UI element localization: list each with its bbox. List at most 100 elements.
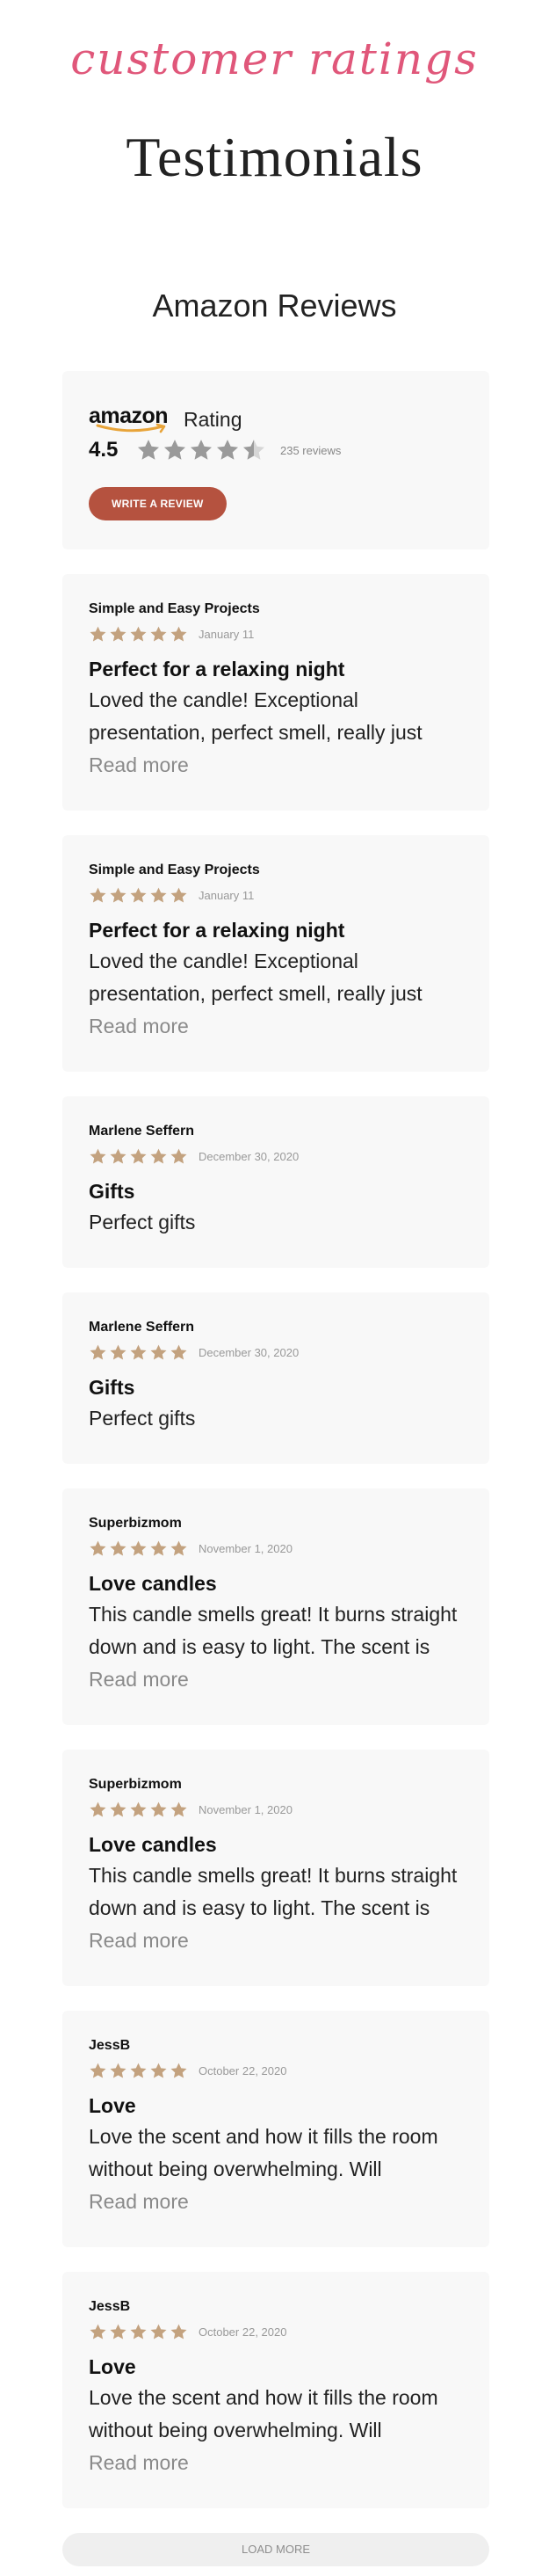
star-icon (130, 1344, 147, 1360)
star-icon (150, 2063, 167, 2078)
star-icon (130, 2324, 147, 2340)
amazon-logo: amazon (89, 404, 171, 434)
star-icon (110, 626, 126, 642)
reviewer-name: JessB (89, 2038, 131, 2053)
reviewer-name: Marlene Seffern (89, 1124, 195, 1139)
script-heading: customer ratings (70, 33, 479, 84)
rating-label: Rating (184, 408, 242, 431)
reviewer-name: Marlene Seffern (89, 1320, 195, 1335)
review-title: Gifts (89, 1180, 135, 1203)
review-meta-row: November 1, 2020 (89, 1538, 463, 1559)
load-more-button[interactable]: LOAD MORE (62, 2533, 489, 2566)
review-star-rating (89, 625, 188, 644)
review-star-rating (89, 1147, 188, 1166)
review-meta-row: December 30, 2020 (89, 1342, 463, 1363)
star-icon (130, 1801, 147, 1817)
average-star-rating (136, 438, 266, 462)
review-card: Superbizmom November 1, 2020 Love candles T… (62, 1750, 489, 1986)
average-score: 4.5 (89, 438, 119, 462)
review-date: October 22, 2020 (199, 2325, 287, 2339)
review-date: January 11 (199, 888, 255, 902)
star-icon (110, 1148, 126, 1164)
review-date: December 30, 2020 (199, 1345, 300, 1359)
review-body-line: This candle smells great! It burns strai… (89, 1603, 458, 1626)
review-title: Gifts (89, 1376, 135, 1399)
review-card: Marlene Seffern December 30, 2020 Gifts Per… (62, 1096, 489, 1268)
review-star-rating (89, 886, 188, 905)
star-icon (130, 2063, 147, 2078)
review-body-line: down and is easy to light. The scent is (89, 1896, 430, 1919)
review-body-line: presentation, perfect smell, really just (89, 721, 423, 744)
review-body: This candle smells great! It burns strai… (89, 1598, 463, 1663)
star-icon (137, 440, 160, 460)
review-body-line: Love the scent and how it fills the room (89, 2386, 438, 2409)
star-icon (150, 2324, 167, 2340)
star-icon (110, 2063, 126, 2078)
star-icon (170, 1540, 187, 1556)
review-body-line: Perfect gifts (89, 1211, 196, 1233)
review-count: 235 reviews (280, 443, 342, 457)
review-body: Love the scent and how it fills the room… (89, 2121, 463, 2186)
review-card: Simple and Easy Projects January 11 Perfec… (62, 574, 489, 811)
reviews-list: amazon Rating 4.5 235 reviews WRITE A RE… (62, 371, 489, 2566)
star-icon (150, 1801, 167, 1817)
star-icon (150, 626, 167, 642)
write-a-review-button[interactable]: WRITE A REVIEW (89, 487, 227, 520)
review-title: Love candles (89, 1572, 217, 1595)
review-meta-row: November 1, 2020 (89, 1799, 463, 1820)
amazon-smile-icon (96, 423, 166, 433)
review-cards: Simple and Easy Projects January 11 Perfec… (62, 574, 489, 2508)
review-meta-row: October 22, 2020 (89, 2321, 463, 2342)
star-icon (150, 1344, 167, 1360)
star-icon (130, 1540, 147, 1556)
star-icon (110, 1344, 126, 1360)
star-icon (170, 1801, 187, 1817)
star-icon (110, 1540, 126, 1556)
read-more-link[interactable]: Read more (89, 2447, 463, 2479)
star-icon (110, 2324, 126, 2340)
reviewer-name: Simple and Easy Projects (89, 862, 260, 877)
read-more-link[interactable]: Read more (89, 1010, 463, 1043)
star-icon (110, 1801, 126, 1817)
star-icon (170, 2324, 187, 2340)
review-body-line: Loved the candle! Exceptional (89, 688, 358, 711)
review-body: Loved the candle! Exceptional presentatio… (89, 684, 463, 749)
read-more-link[interactable]: Read more (89, 1663, 463, 1696)
review-body-line: Loved the candle! Exceptional (89, 950, 358, 972)
star-icon (130, 626, 147, 642)
review-title: Love (89, 2355, 136, 2378)
star-icon (90, 1801, 106, 1817)
star-icon (90, 2063, 106, 2078)
star-icon (130, 887, 147, 903)
review-star-rating (89, 1801, 188, 1819)
review-body-line: without being overwhelming. Will (89, 2158, 382, 2180)
amazon-reviews-title: Amazon Reviews (152, 287, 397, 324)
review-meta-row: October 22, 2020 (89, 2060, 463, 2081)
star-icon (130, 1148, 147, 1164)
review-body-line: Love the scent and how it fills the room (89, 2125, 438, 2148)
review-meta-row: December 30, 2020 (89, 1146, 463, 1167)
star-icon (90, 1344, 106, 1360)
read-more-link[interactable]: Read more (89, 1925, 463, 1957)
read-more-link[interactable]: Read more (89, 2186, 463, 2218)
review-meta-row: January 11 (89, 884, 463, 906)
review-meta-row: January 11 (89, 623, 463, 644)
review-card: JessB October 22, 2020 Love Love the scent … (62, 2272, 489, 2508)
star-icon (170, 626, 187, 642)
review-star-rating (89, 2323, 188, 2341)
review-star-rating (89, 1539, 188, 1558)
reviewer-name: Superbizmom (89, 1516, 182, 1531)
star-icon (163, 440, 186, 460)
review-body: This candle smells great! It burns strai… (89, 1859, 463, 1925)
score-row: 4.5 235 reviews (89, 438, 463, 462)
star-icon (90, 887, 106, 903)
review-body: Love the scent and how it fills the room… (89, 2382, 463, 2447)
review-body-line: without being overwhelming. Will (89, 2419, 382, 2441)
star-icon (170, 887, 187, 903)
star-icon (110, 887, 126, 903)
star-icon (150, 1148, 167, 1164)
page: customer ratings Testimonials Amazon Rev… (0, 0, 549, 2576)
review-title: Perfect for a relaxing night (89, 919, 345, 942)
read-more-link[interactable]: Read more (89, 749, 463, 782)
review-date: November 1, 2020 (199, 1802, 293, 1816)
